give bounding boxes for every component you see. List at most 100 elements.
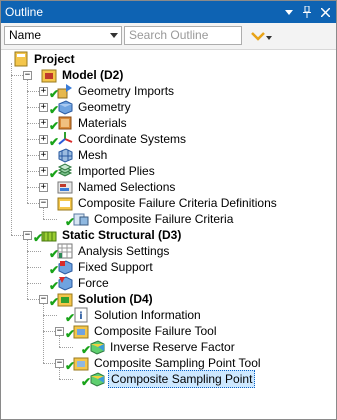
panel-title: Outline [5,5,44,19]
tree-item[interactable]: Coordinate Systems [57,131,188,147]
expand-button[interactable]: + [39,135,48,144]
imported-plies-icon [57,163,73,179]
tree-connector-line [27,251,41,252]
tree-connector-line [43,303,44,363]
tree-connector-line [27,239,28,299]
tree-item-label: Inverse Reserve Factor [110,340,235,354]
composite-failure-criteria-definitions-icon [57,195,73,211]
tree-item[interactable]: Force [57,275,111,291]
tree-connector-line [43,315,57,316]
tree-item-label: Geometry Imports [78,84,175,98]
tree-item-label: Composite Failure Criteria Definitions [78,196,277,210]
tree-connector-line [43,207,44,219]
chevron-down-icon [110,33,118,38]
outline-tree: Project − Model (D2) + ✔ Geometry Imports + ✔ Ge… [1,49,336,419]
geometry-imports-icon [57,83,73,99]
tree-item-label: Solution Information [94,308,201,322]
pin-button[interactable] [298,2,316,22]
close-button[interactable] [316,2,334,22]
search-input[interactable]: Search Outline [124,26,242,45]
expand-button[interactable]: + [39,167,48,176]
tree-item[interactable]: Geometry [57,99,133,115]
expand-button[interactable]: + [39,119,48,128]
tree-item[interactable]: Composite Failure Tool [73,323,219,339]
tree-item-label: Fixed Support [78,260,153,274]
outline-panel: Outline Name Search Outline Project − Mo… [0,0,337,420]
tree-item[interactable]: Composite Sampling Point [89,370,256,388]
collapse-button[interactable]: − [23,231,32,240]
collapse-button[interactable]: − [55,359,64,368]
tree-item-label: Composite Sampling Point Tool [94,356,261,370]
tree-item[interactable]: Project [13,51,77,67]
mesh-icon [57,147,73,163]
tree-connector-line [59,379,73,380]
search-placeholder: Search Outline [129,28,209,42]
solution-icon [57,291,73,307]
collapse-button[interactable]: − [55,327,64,336]
tree-connector-line [43,219,57,220]
filter-select-value: Name [9,28,42,42]
title-bar[interactable]: Outline [1,1,336,23]
tree-item[interactable]: Analysis Settings [57,243,171,259]
tree-item[interactable]: Composite Failure Criteria Definitions [57,195,279,211]
materials-icon [57,115,73,131]
tree-connector-line [27,79,28,203]
composite-failure-tool-icon [73,323,89,339]
coordinate-systems-icon [57,131,73,147]
composite-sampling-point-icon [89,371,105,387]
search-chevron-icon [251,32,265,41]
tree-item[interactable]: Model (D2) [41,67,125,83]
geometry-icon [57,99,73,115]
static-structural-icon [41,227,57,243]
tree-item[interactable]: Fixed Support [57,259,155,275]
tree-item[interactable]: Inverse Reserve Factor [89,339,237,355]
expand-button[interactable]: + [39,183,48,192]
composite-sampling-point-tool-icon [73,355,89,371]
model-icon [41,67,57,83]
inverse-reserve-factor-icon [89,339,105,355]
tree-item-label: Static Structural (D3) [62,228,182,242]
tree-item[interactable]: Static Structural (D3) [41,227,183,243]
tree-item-label: Force [78,276,109,290]
expand-button[interactable]: + [39,151,48,160]
tree-item-label: Composite Failure Tool [94,324,217,338]
tree-item-label: Model (D2) [62,68,124,82]
tree-item-label: Composite Sampling Point [108,370,256,388]
tree-item[interactable]: Imported Plies [57,163,157,179]
tree-item-label: Mesh [78,148,108,162]
expand-button[interactable]: + [39,87,48,96]
collapse-button[interactable]: − [39,199,48,208]
panel-menu-button[interactable] [280,2,298,22]
svg-text:i: i [79,311,82,322]
tree-item[interactable]: Solution (D4) [57,291,155,307]
composite-failure-criteria-icon [73,211,89,227]
tree-item[interactable]: Geometry Imports [57,83,176,99]
filter-select[interactable]: Name [4,26,122,45]
tree-item[interactable]: Materials [57,115,129,131]
tree-item-label: Imported Plies [78,164,155,178]
tree-connector-line [59,347,73,348]
tree-item-label: Composite Failure Criteria [94,212,234,226]
search-options-dropdown[interactable] [266,36,272,40]
tree-item[interactable]: Composite Sampling Point Tool [73,355,263,371]
collapse-button[interactable]: − [23,71,32,80]
tree-connector-line [59,367,60,379]
tree-connector-line [11,63,12,235]
tree-item-label: Solution (D4) [78,292,153,306]
chevron-down-icon [285,9,293,15]
title-bar-buttons [280,1,334,23]
pin-icon [303,6,311,18]
solution-information-icon: i [73,307,89,323]
expand-button[interactable]: + [39,103,48,112]
tree-item[interactable]: i Solution Information [73,307,203,323]
tree-item-label: Materials [78,116,127,130]
fixed-support-icon [57,259,73,275]
tree-item-label: Named Selections [78,180,176,194]
outline-toolbar: Name Search Outline [1,23,336,50]
tree-item[interactable]: Composite Failure Criteria [73,211,235,227]
tree-item[interactable]: Named Selections [57,179,177,195]
tree-connector-line [59,335,60,347]
collapse-button[interactable]: − [39,295,48,304]
tree-item-label: Project [34,52,75,66]
tree-item[interactable]: Mesh [57,147,109,163]
